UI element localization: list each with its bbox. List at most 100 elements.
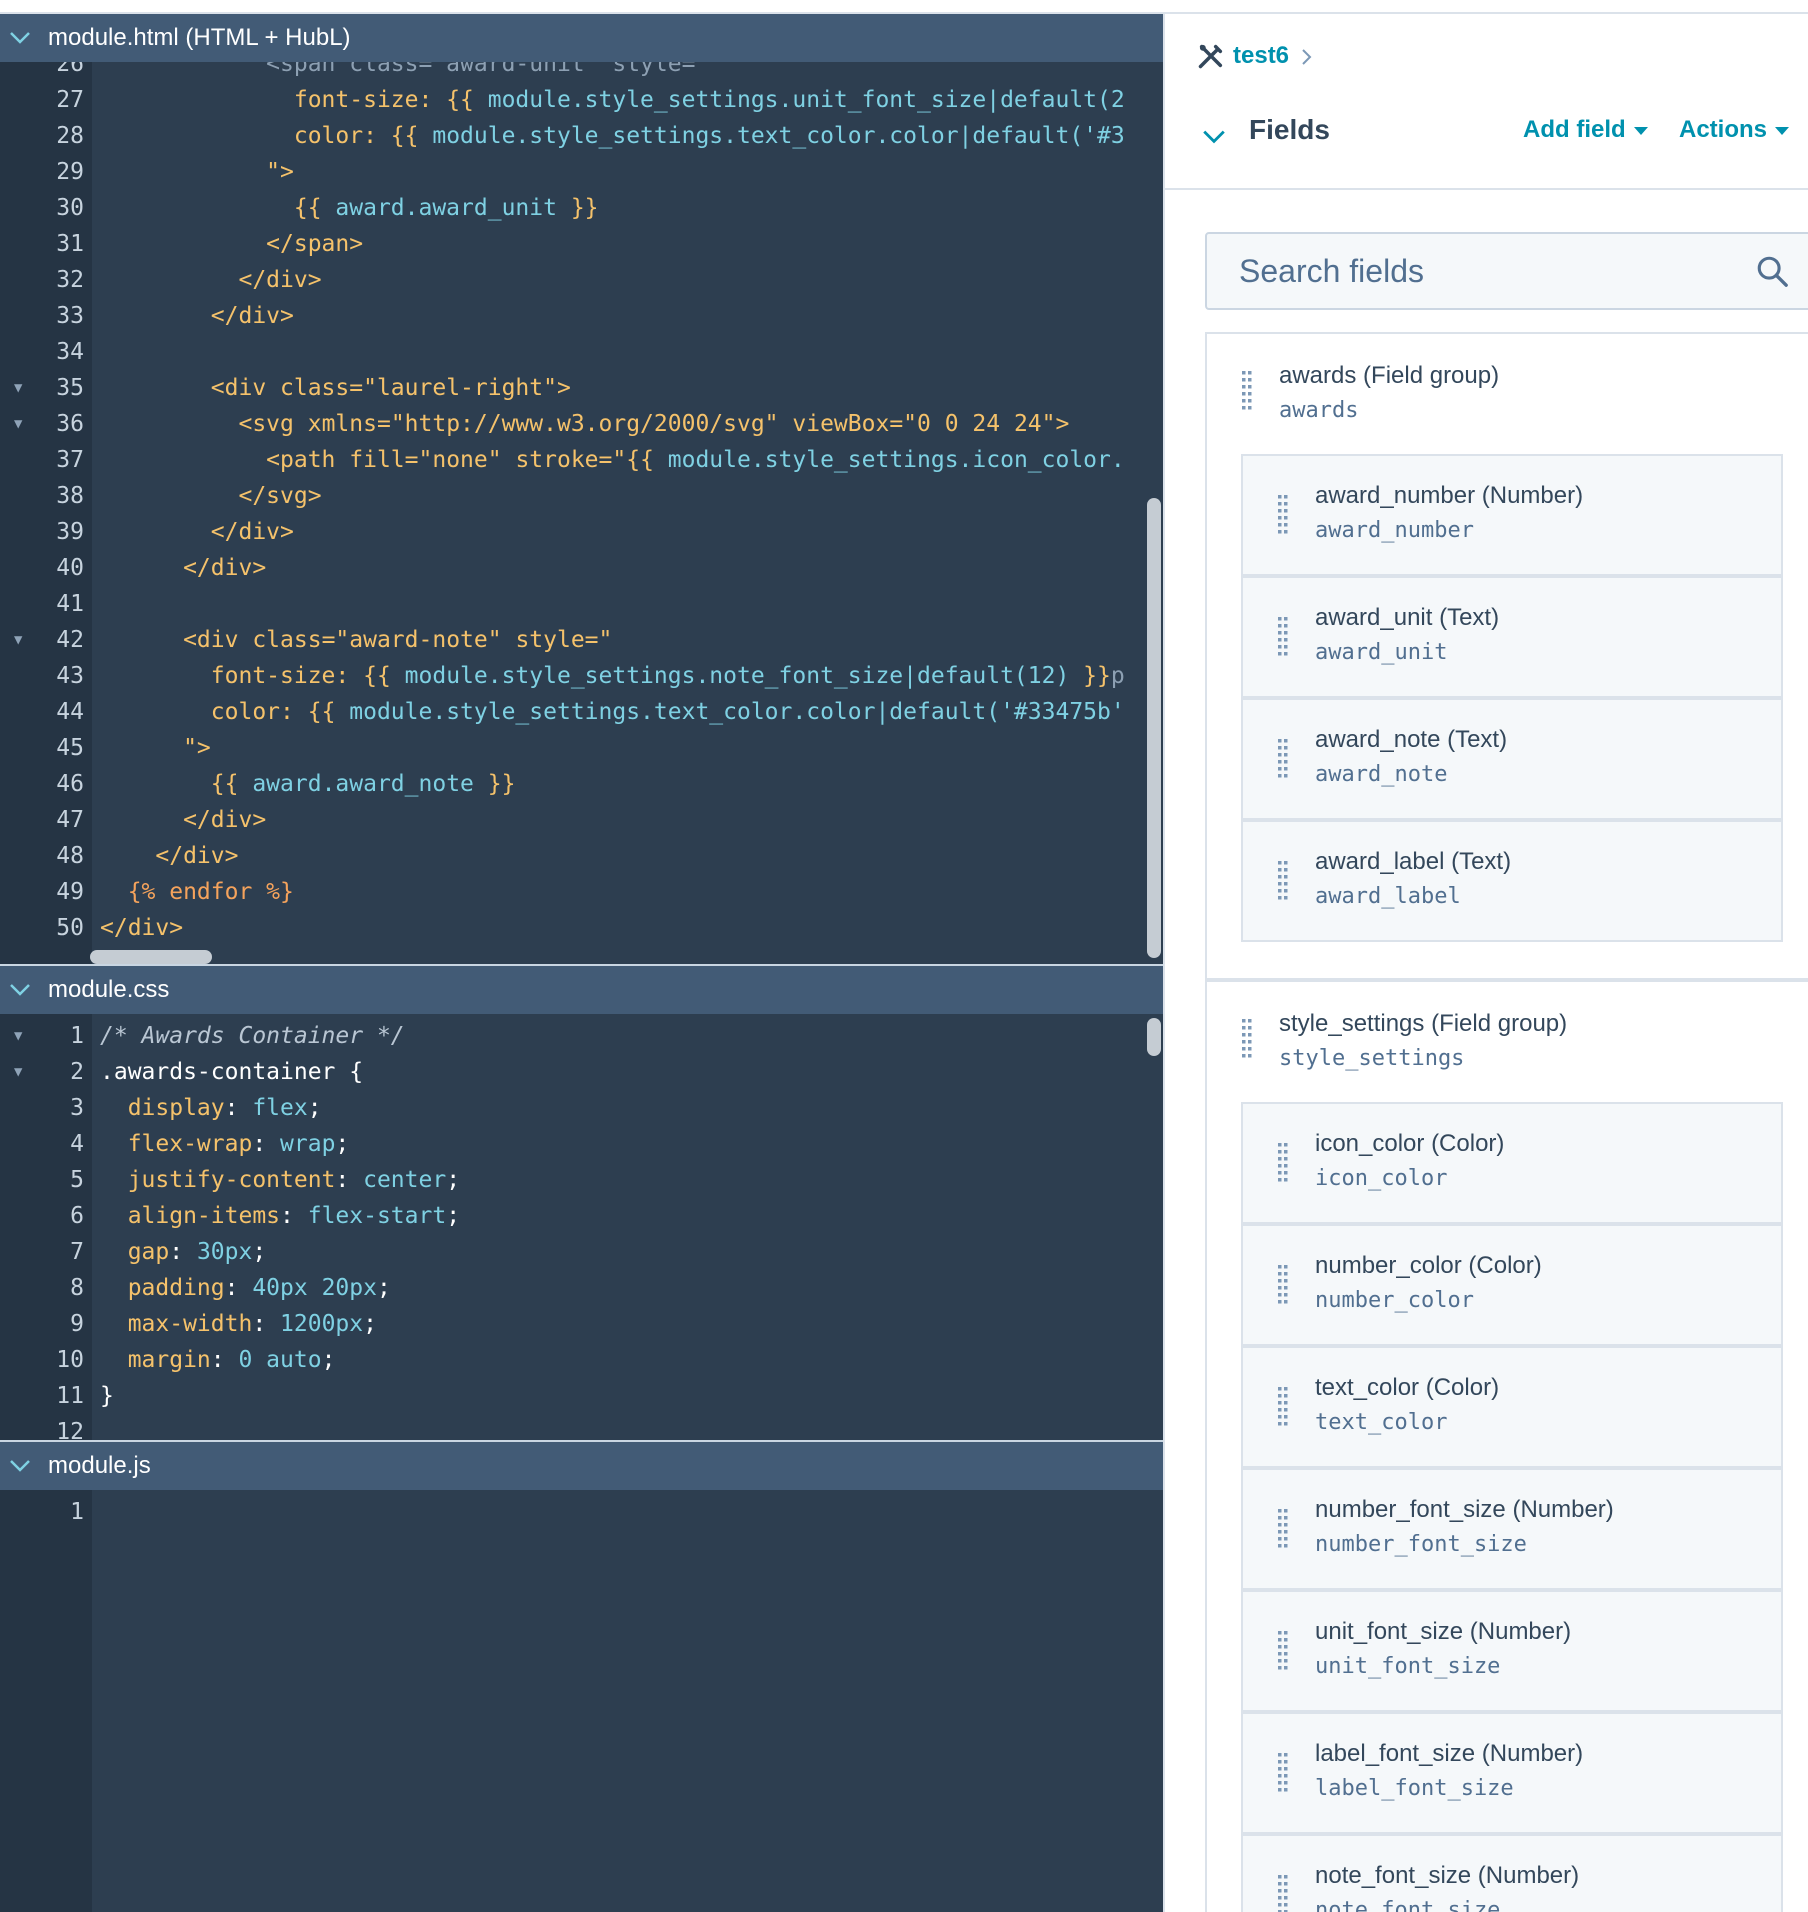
code-text: .awards-container { xyxy=(100,1054,363,1090)
js-pane-header[interactable]: module.js xyxy=(0,1442,1163,1490)
code-line[interactable]: 4 flex-wrap: wrap; xyxy=(0,1126,1160,1162)
code-line[interactable]: ▼ 35 <div class="laurel-right"> xyxy=(0,370,1160,406)
drag-handle-icon[interactable] xyxy=(1277,1264,1289,1308)
code-line[interactable]: ▼ 36 <svg xmlns="http://www.w3.org/2000/s… xyxy=(0,406,1160,442)
js-code-pane[interactable]: 1 xyxy=(0,1490,1163,1912)
breadcrumb-link[interactable]: test6 xyxy=(1233,38,1289,74)
field-group[interactable]: style_settings (Field group) style_settin… xyxy=(1205,980,1808,1912)
code-line[interactable]: 38 </svg> xyxy=(0,478,1160,514)
code-line[interactable]: 44 color: {{ module.style_settings.text_… xyxy=(0,694,1160,730)
code-line[interactable]: 3 display: flex; xyxy=(0,1090,1160,1126)
code-line[interactable]: 39 </div> xyxy=(0,514,1160,550)
code-line[interactable]: 49 {% endfor %} xyxy=(0,874,1160,910)
drag-handle-icon[interactable] xyxy=(1277,860,1289,904)
add-field-button[interactable]: Add field xyxy=(1523,116,1648,144)
code-line[interactable]: 41 xyxy=(0,586,1160,622)
actions-button[interactable]: Actions xyxy=(1679,116,1790,144)
code-line[interactable]: 48 </div> xyxy=(0,838,1160,874)
html-pane-header[interactable]: module.html (HTML + HubL) xyxy=(0,14,1163,62)
code-line[interactable]: ▼ 42 <div class="award-note" style=" xyxy=(0,622,1160,658)
drag-handle-icon[interactable] xyxy=(1277,1752,1289,1796)
code-line[interactable]: 9 max-width: 1200px; xyxy=(0,1306,1160,1342)
vertical-scrollbar[interactable] xyxy=(1147,498,1161,958)
drag-handle-icon[interactable] xyxy=(1241,1018,1253,1062)
code-line[interactable]: ▼ 1/* Awards Container */ xyxy=(0,1018,1160,1054)
code-line[interactable]: 7 gap: 30px; xyxy=(0,1234,1160,1270)
code-line[interactable]: 50 </div> xyxy=(0,910,1160,946)
code-token: "none" xyxy=(418,447,516,473)
code-line[interactable]: ▼ 2 .awards-container { xyxy=(0,1054,1160,1090)
drag-handle-icon[interactable] xyxy=(1277,616,1289,660)
drag-handle-icon[interactable] xyxy=(1241,370,1253,414)
drag-handle-icon[interactable] xyxy=(1277,1508,1289,1552)
drag-handle-icon[interactable] xyxy=(1277,1630,1289,1674)
drag-handle-icon[interactable] xyxy=(1277,1386,1289,1430)
code-line[interactable]: 1 xyxy=(0,1494,1160,1530)
code-text: margin: 0 auto; xyxy=(100,1342,336,1378)
code-line[interactable]: 43 font-size: {{ module.style_settings.n… xyxy=(0,658,1160,694)
field-item[interactable]: text_color (Color) text_color xyxy=(1241,1346,1783,1468)
field-name: award_label xyxy=(1315,884,1461,909)
code-token: {{ xyxy=(307,699,350,725)
code-line[interactable]: 6 align-items: flex-start; xyxy=(0,1198,1160,1234)
code-line[interactable]: 33 </div> xyxy=(0,298,1160,334)
line-number: 39 xyxy=(56,519,84,545)
code-text: "> xyxy=(100,730,211,766)
code-line[interactable]: 45 "> xyxy=(0,730,1160,766)
drag-handle-icon[interactable] xyxy=(1277,738,1289,782)
drag-handle-icon[interactable] xyxy=(1277,1874,1289,1912)
code-line[interactable]: 28 color: {{ module.style_settings.text_… xyxy=(0,118,1160,154)
line-number: 48 xyxy=(56,843,84,869)
chevron-down-icon[interactable] xyxy=(8,1454,32,1478)
field-item[interactable]: award_note (Text) award_note xyxy=(1241,698,1783,820)
code-line[interactable]: 40 </div> xyxy=(0,550,1160,586)
field-item[interactable]: note_font_size (Number) note_font_size xyxy=(1241,1834,1783,1912)
code-line[interactable]: 37 <path fill="none" stroke="{{ module.s… xyxy=(0,442,1160,478)
code-line[interactable]: 47 </div> xyxy=(0,802,1160,838)
code-line[interactable]: 31 </span> xyxy=(0,226,1160,262)
chevron-down-icon[interactable] xyxy=(8,978,32,1002)
drag-handle-icon[interactable] xyxy=(1277,1142,1289,1186)
code-line[interactable]: 11} xyxy=(0,1378,1160,1414)
search-box[interactable] xyxy=(1205,232,1808,310)
field-item[interactable]: award_label (Text) award_label xyxy=(1241,820,1783,942)
field-title: award_note (Text) xyxy=(1315,726,1508,753)
vertical-scrollbar[interactable] xyxy=(1147,1018,1161,1056)
field-item[interactable]: award_unit (Text) award_unit xyxy=(1241,576,1783,698)
field-item[interactable]: icon_color (Color) icon_color xyxy=(1241,1102,1783,1224)
field-name: unit_font_size xyxy=(1315,1654,1501,1679)
css-pane-header[interactable]: module.css xyxy=(0,966,1163,1014)
horizontal-scrollbar[interactable] xyxy=(90,950,212,964)
drag-handle-icon[interactable] xyxy=(1277,494,1289,538)
js-pane-title: module.js xyxy=(48,1452,151,1479)
field-item[interactable]: number_color (Color) number_color xyxy=(1241,1224,1783,1346)
code-line[interactable]: 10 margin: 0 auto; xyxy=(0,1342,1160,1378)
code-line[interactable]: 30 {{ award.award_unit }} xyxy=(0,190,1160,226)
field-item[interactable]: unit_font_size (Number) unit_font_size xyxy=(1241,1590,1783,1712)
field-name: text_color xyxy=(1315,1410,1448,1435)
chevron-down-icon[interactable] xyxy=(8,26,32,50)
field-name: award_number xyxy=(1315,518,1474,543)
search-icon[interactable] xyxy=(1755,254,1789,288)
code-text: } xyxy=(100,1378,114,1414)
code-line[interactable]: 27 font-size: {{ module.style_settings.u… xyxy=(0,82,1160,118)
code-token: </div> xyxy=(100,843,239,869)
code-line[interactable]: 8 padding: 40px 20px; xyxy=(0,1270,1160,1306)
chevron-down-icon[interactable] xyxy=(1201,124,1227,150)
code-token: align-items xyxy=(100,1203,281,1229)
code-line[interactable]: 12 xyxy=(0,1414,1160,1440)
code-line[interactable]: 46 {{ award.award_note }} xyxy=(0,766,1160,802)
field-group[interactable]: awards (Field group) awards award_number (… xyxy=(1205,332,1808,980)
code-line[interactable]: 34 xyxy=(0,334,1160,370)
css-code-pane[interactable]: ▼ 1/* Awards Container */▼ 2 .awards-contai… xyxy=(0,1014,1163,1440)
code-line[interactable]: 32 </div> xyxy=(0,262,1160,298)
field-item[interactable]: award_number (Number) award_number xyxy=(1241,454,1783,576)
field-item[interactable]: number_font_size (Number) number_font_siz… xyxy=(1241,1468,1783,1590)
code-line[interactable]: 29 "> xyxy=(0,154,1160,190)
code-line[interactable]: 5 justify-content: center; xyxy=(0,1162,1160,1198)
search-input[interactable] xyxy=(1207,234,1747,308)
field-item[interactable]: label_font_size (Number) label_font_size xyxy=(1241,1712,1783,1834)
line-gutter xyxy=(0,1490,92,1912)
html-code-pane[interactable]: 26 <span class="award-unit" style=" 27 fo… xyxy=(0,62,1163,978)
code-line[interactable]: 26 <span class="award-unit" style=" xyxy=(0,62,1160,82)
